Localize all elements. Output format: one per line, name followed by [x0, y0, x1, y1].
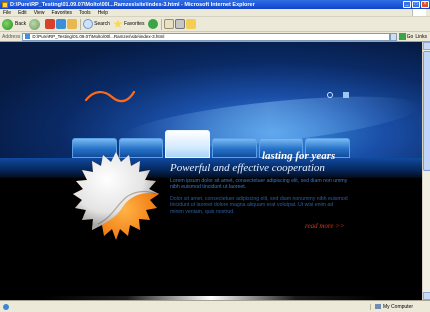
toolbar-separator: [80, 18, 82, 30]
read-more-link[interactable]: read more >>: [305, 222, 345, 230]
refresh-icon[interactable]: [56, 19, 67, 29]
go-arrow-icon: [398, 33, 406, 40]
search-button[interactable]: Search: [83, 19, 110, 29]
body-paragraph: Dolor sit amet, consectetuer adipiscing …: [170, 196, 348, 215]
favorites-label: Favorites: [123, 21, 145, 27]
maximize-button[interactable]: □: [412, 1, 420, 8]
favorites-star-icon: [113, 19, 123, 29]
scroll-up-arrow-icon[interactable]: [423, 42, 430, 50]
menu-file[interactable]: File: [3, 10, 11, 16]
toolbar-separator: [160, 18, 162, 30]
mail-icon[interactable]: [163, 19, 174, 29]
print-icon[interactable]: [174, 19, 185, 29]
go-label: Go: [406, 33, 414, 40]
links-button[interactable]: Links: [415, 34, 427, 40]
address-label: Address: [2, 33, 21, 40]
status-bar: My Computer: [0, 300, 430, 312]
vertical-scrollbar[interactable]: [422, 42, 430, 300]
sunburst-badge-icon: [73, 152, 159, 240]
page-icon: [25, 34, 31, 39]
header-search-icon[interactable]: [327, 92, 333, 98]
address-bar: Address D:\Pure\RP_Testing\01.09.07\Molt…: [0, 32, 430, 42]
back-label: Back: [15, 21, 27, 27]
windows-logo-icon: [412, 9, 426, 16]
search-icon: [83, 19, 94, 29]
logo-swoosh-icon: [84, 90, 136, 103]
menu-edit[interactable]: Edit: [18, 10, 27, 16]
stop-icon[interactable]: [45, 19, 56, 29]
media-icon[interactable]: [147, 19, 158, 29]
menu-tools[interactable]: Tools: [79, 10, 91, 16]
forward-button[interactable]: [29, 18, 42, 30]
home-icon[interactable]: [67, 19, 78, 29]
close-button[interactable]: ×: [421, 1, 429, 8]
status-page-icon: [3, 303, 9, 310]
nav-tab-4[interactable]: [212, 138, 257, 158]
folder-icon[interactable]: [185, 19, 196, 29]
address-dropdown-button[interactable]: [389, 32, 397, 41]
ie-icon: [2, 1, 8, 8]
back-button[interactable]: Back: [2, 18, 27, 30]
address-input[interactable]: D:\Pure\RP_Testing\01.09.07\Molto\00l...…: [22, 32, 390, 41]
title-bar: D:\Pure\RP_Testing\01.09.07\Molto\00l...…: [0, 0, 430, 9]
nav-tab-3-active[interactable]: [165, 130, 211, 158]
header-mail-icon[interactable]: [343, 92, 349, 98]
menu-view[interactable]: View: [34, 10, 45, 16]
zone-label: My Computer: [383, 303, 414, 310]
minimize-button[interactable]: _: [403, 1, 411, 8]
address-value: D:\Pure\RP_Testing\01.09.07\Molto\00l...…: [32, 34, 165, 39]
forward-arrow-icon: [29, 18, 41, 30]
window-title: D:\Pure\RP_Testing\01.09.07\Molto\00l...…: [10, 1, 255, 8]
intro-paragraph: Lorem ipsum dolor sit amet, consectetuer…: [170, 178, 348, 191]
standard-toolbar: Back Search Favorites: [0, 17, 430, 32]
security-zone: My Computer: [370, 303, 430, 310]
subtitle-heading: Powerful and effective cooperation: [170, 162, 325, 174]
scroll-thumb[interactable]: [423, 51, 430, 171]
menu-favorites[interactable]: Favorites: [51, 10, 72, 16]
back-arrow-icon: [2, 18, 13, 30]
scroll-down-arrow-icon[interactable]: [423, 292, 430, 300]
go-button[interactable]: Go: [398, 33, 414, 40]
tagline-heading: lasting for years: [262, 150, 336, 162]
favorites-button[interactable]: Favorites: [113, 19, 145, 29]
computer-icon: [375, 304, 381, 309]
search-label: Search: [94, 21, 110, 27]
menu-bar: File Edit View Favorites Tools Help: [0, 9, 430, 17]
menu-help[interactable]: Help: [98, 10, 108, 16]
